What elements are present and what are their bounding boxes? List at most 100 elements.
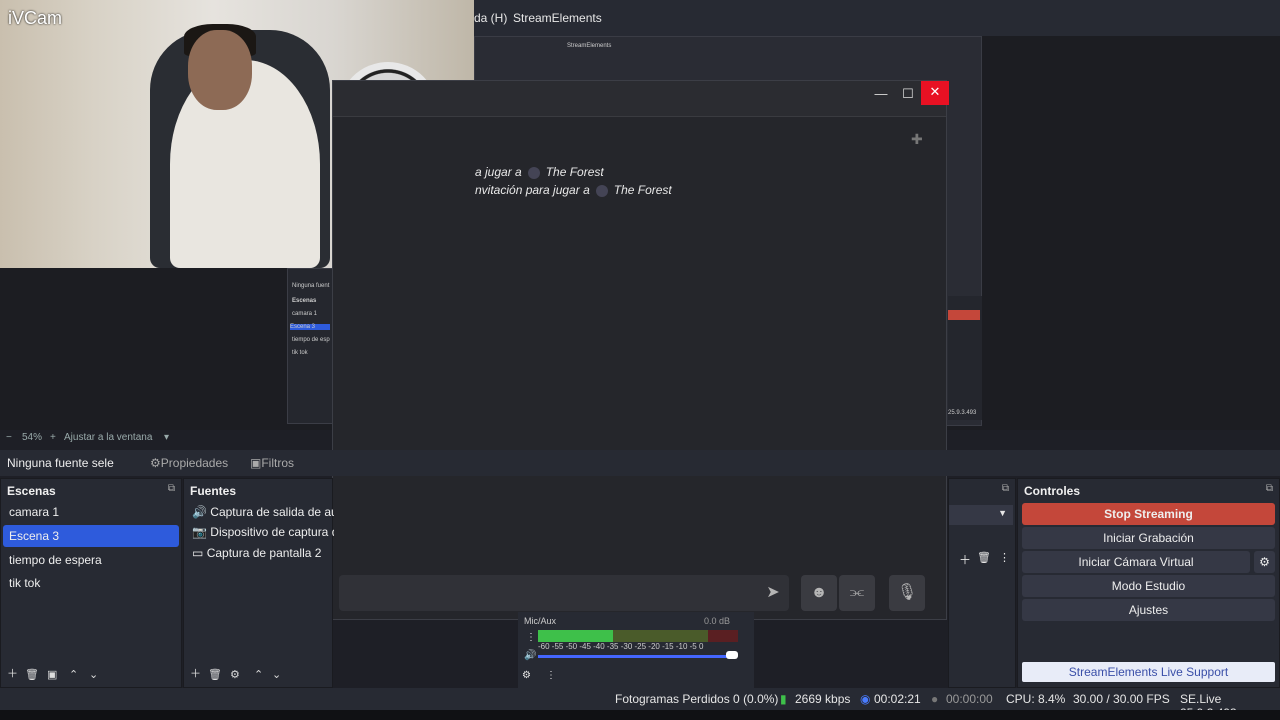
stream-icon: ◉ <box>860 692 871 706</box>
mixer-channel-name: Mic/Aux <box>524 616 557 626</box>
head <box>188 30 252 110</box>
camera-icon: 📷 <box>192 525 207 539</box>
no-source-label: Ninguna fuente sele <box>7 456 114 470</box>
taskbar-edge <box>0 710 1280 720</box>
audio-mixer: Mic/Aux 0.0 dB ⋮ -60 -55 -50 -45 -40 -35… <box>518 612 754 688</box>
close-icon[interactable]: ✕ <box>921 81 949 105</box>
nested-preview-controls: 25.9.3.493 <box>948 296 982 420</box>
cpu-usage: CPU: 8.4% <box>1006 692 1066 706</box>
undock-icon[interactable]: ⧉ <box>1266 483 1273 494</box>
nested-scene-item: tik tok <box>292 350 308 356</box>
minimize-icon[interactable]: — <box>867 83 895 107</box>
sources-title: Fuentes <box>190 484 237 498</box>
transition-select[interactable]: ▼ <box>949 505 1013 525</box>
start-recording-button[interactable]: Iniciar Grabación <box>1022 527 1275 549</box>
zoom-bar: − 54% + Ajustar a la ventana ▾ <box>0 432 290 446</box>
add-icon[interactable]: ＋ <box>959 551 971 568</box>
chat-message: nvitación para jugar a The Forest <box>475 183 672 197</box>
stream-time: 00:02:21 <box>874 692 921 706</box>
chat-titlebar[interactable]: — ☐ ✕ <box>333 81 949 117</box>
zoom-level: 54% <box>22 432 43 443</box>
zoom-out-button[interactable]: − <box>6 432 12 443</box>
source-item[interactable]: 🔊 Captura de salida de aud <box>186 501 334 523</box>
source-item[interactable]: 📷 Dispositivo de captura de <box>186 521 334 543</box>
nested-scene-item: Escena 3 <box>290 324 330 330</box>
voice-icon[interactable]: 🎙 <box>889 575 925 611</box>
source-item[interactable]: ▭ Captura de pantalla 2 <box>186 542 334 564</box>
filter-icon: ▣ <box>250 456 262 470</box>
scenes-title: Escenas <box>7 484 56 498</box>
streamelements-support-button[interactable]: StreamElements Live Support <box>1022 662 1275 682</box>
attach-icon[interactable]: ⫘ <box>839 575 875 611</box>
game-icon <box>527 166 540 179</box>
more-icon[interactable]: ⋮ <box>546 670 556 681</box>
nested-no-source: Ninguna fuent <box>292 283 330 289</box>
nested-title: StreamElements <box>567 43 612 49</box>
dropped-frames: Fotogramas Perdidos 0 (0.0%) <box>615 692 779 706</box>
arrow-up-icon[interactable]: ⌃ <box>254 668 263 681</box>
fps: 30.00 / 30.00 FPS <box>1073 692 1170 706</box>
menu-item-help[interactable]: da (H) <box>474 11 507 25</box>
studio-mode-button[interactable]: Modo Estudio <box>1022 575 1275 597</box>
arrow-down-icon[interactable]: ⌄ <box>272 668 281 681</box>
nested-scene-item: tiempo de esp <box>292 337 330 343</box>
nested-scenes-panel: Ninguna fuent Escenas camara 1 Escena 3 … <box>287 268 333 424</box>
send-icon[interactable]: ➤ <box>755 575 791 611</box>
trash-icon[interactable]: 🗑 <box>25 668 39 681</box>
volume-slider[interactable] <box>538 655 732 658</box>
source-context-bar: Ninguna fuente sele ⚙Propiedades ▣Filtro… <box>0 450 1280 476</box>
add-scene-icon[interactable]: ＋ <box>7 665 18 681</box>
add-source-icon[interactable]: ＋ <box>190 665 201 681</box>
undock-icon[interactable]: ⧉ <box>1002 483 1009 494</box>
speaker-icon[interactable]: 🔊 <box>524 650 536 661</box>
more-icon[interactable]: ⋮ <box>999 551 1010 564</box>
scene-item[interactable]: camara 1 <box>3 501 179 523</box>
meter-yellow <box>613 630 708 642</box>
trash-icon[interactable]: 🗑 <box>208 668 222 681</box>
audio-meter <box>538 630 738 642</box>
menu-item-streamelements[interactable]: StreamElements <box>513 11 602 25</box>
arrow-down-icon[interactable]: ⌄ <box>89 668 98 681</box>
more-icon[interactable]: ⋮ <box>526 632 536 643</box>
stop-streaming-button[interactable]: Stop Streaming <box>1022 503 1275 525</box>
game-icon <box>595 184 608 197</box>
maximize-icon[interactable]: ☐ <box>894 83 922 107</box>
chat-input[interactable] <box>339 575 789 611</box>
signal-icon: ▮ <box>780 692 787 706</box>
trash-icon[interactable]: 🗑 <box>977 551 991 564</box>
sources-dock: Fuentes 🔊 Captura de salida de aud 📷 Dis… <box>183 478 334 688</box>
settings-button[interactable]: Ajustes <box>1022 599 1275 621</box>
filter-icon[interactable]: ▣ <box>47 668 57 681</box>
meter-scale: -60 -55 -50 -45 -40 -35 -30 -25 -20 -15 … <box>538 642 704 651</box>
nested-version: 25.9.3.493 <box>948 410 977 416</box>
transitions-dock: ⧉ ▼ ＋ 🗑 ⋮ <box>948 478 1016 688</box>
mixer-level: 0.0 dB <box>704 616 731 626</box>
zoom-in-button[interactable]: + <box>50 432 56 443</box>
emoji-icon[interactable]: ☻ <box>801 575 837 611</box>
undock-icon[interactable]: ⧉ <box>168 483 175 494</box>
speaker-icon: 🔊 <box>192 505 207 519</box>
nested-stop-button <box>948 310 980 320</box>
bitrate: 2669 kbps <box>795 692 851 706</box>
status-bar: Fotogramas Perdidos 0 (0.0%) ▮ 2669 kbps… <box>0 688 1280 720</box>
gear-icon[interactable]: ⚙ <box>230 668 240 681</box>
chevron-down-icon: ▼ <box>998 508 1007 518</box>
volume-handle[interactable] <box>726 651 738 659</box>
arrow-up-icon[interactable]: ⌃ <box>69 668 78 681</box>
scene-item[interactable]: tik tok <box>3 572 179 594</box>
gear-icon[interactable]: ⚙ <box>522 670 531 681</box>
record-icon: ● <box>931 692 939 706</box>
start-virtual-camera-button[interactable]: Iniciar Cámara Virtual <box>1022 551 1250 573</box>
scene-item[interactable]: tiempo de espera <box>3 549 179 571</box>
meter-red <box>708 630 738 642</box>
properties-button[interactable]: ⚙Propiedades <box>150 456 228 470</box>
scene-item[interactable]: Escena 3 <box>3 525 179 547</box>
filters-button[interactable]: ▣Filtros <box>250 456 294 470</box>
gear-icon: ⚙ <box>150 456 161 470</box>
record-time: 00:00:00 <box>946 692 993 706</box>
gear-icon[interactable]: ⚙ <box>1254 551 1275 573</box>
add-user-icon[interactable]: ✚ <box>911 131 923 148</box>
controls-title: Controles <box>1024 484 1081 498</box>
fit-window-label[interactable]: Ajustar a la ventana <box>64 432 152 443</box>
chevron-down-icon[interactable]: ▾ <box>164 432 169 443</box>
